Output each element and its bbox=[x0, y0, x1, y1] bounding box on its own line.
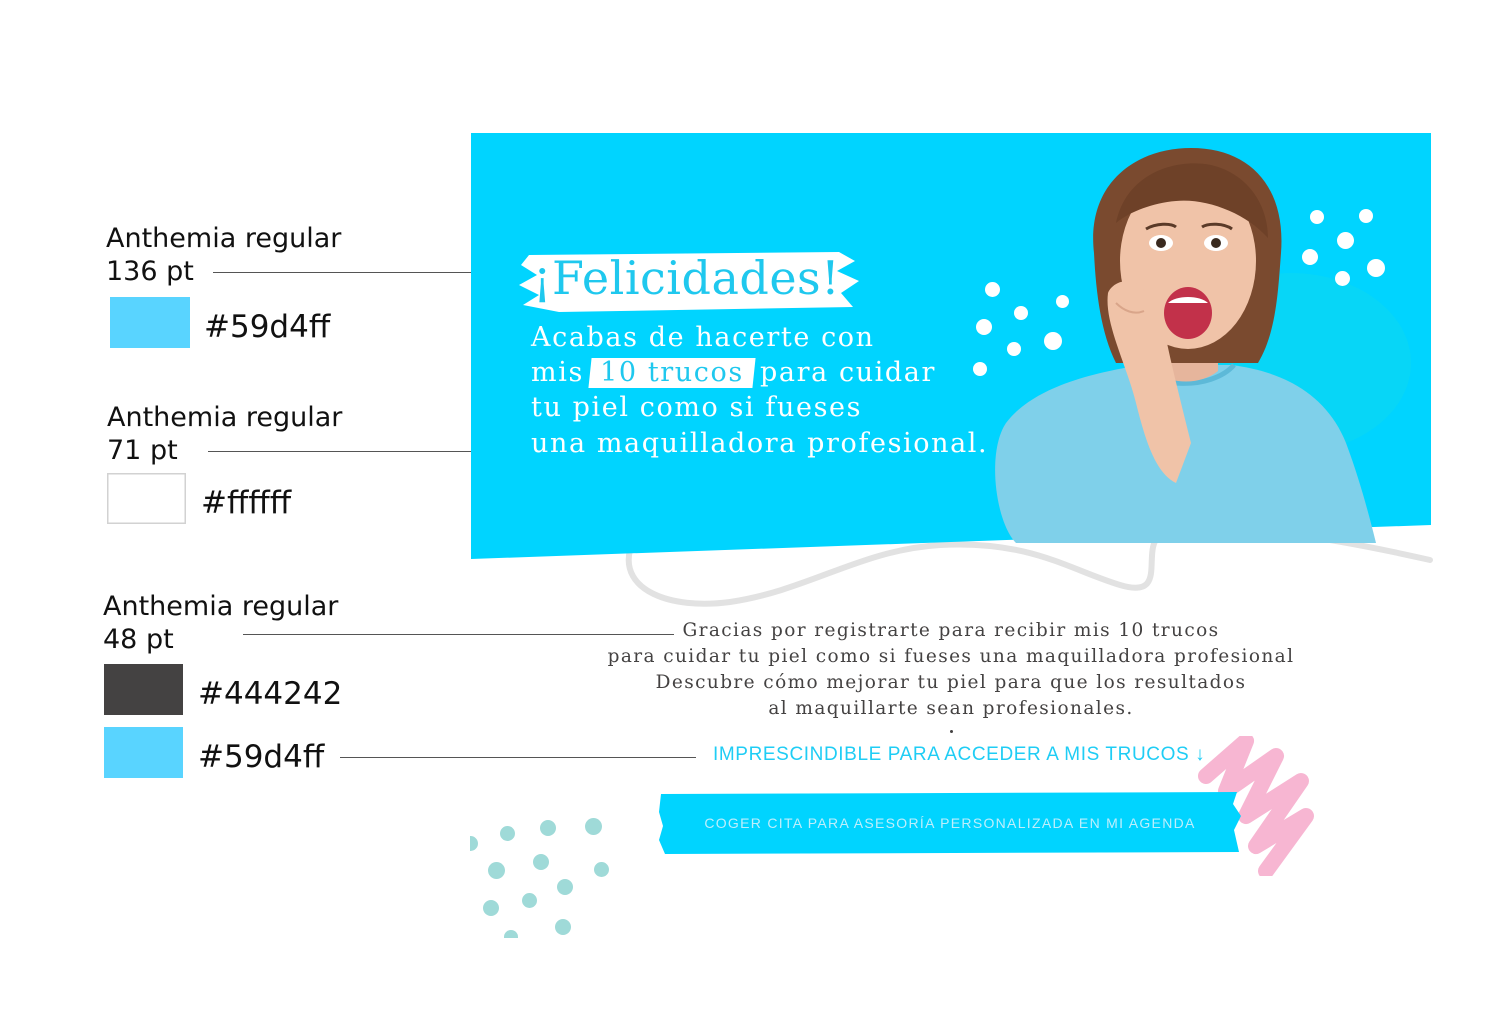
subtitle-text: mis bbox=[531, 357, 584, 388]
teal-dot-decoration bbox=[500, 826, 515, 841]
body-line: Descubre cómo mejorar tu piel para que l… bbox=[655, 672, 1247, 693]
spec-font-label-title: Anthemia regular 136 pt bbox=[106, 223, 342, 287]
subtitle-highlight: 10 trucos bbox=[588, 356, 756, 390]
teal-dot-decoration bbox=[557, 879, 573, 895]
cta-note: IMPRESCINDIBLE PARA ACCEDER A MIS TRUCOS… bbox=[713, 744, 1206, 765]
teal-dot-decoration bbox=[594, 862, 609, 877]
hex-white-subtitle: #ffffff bbox=[201, 485, 292, 521]
teal-dot-decoration bbox=[483, 900, 499, 916]
swatch-dark-body bbox=[104, 664, 183, 715]
hero-banner: ¡Felicidades! Acabas de hacerte con mis … bbox=[471, 133, 1431, 559]
banner-subtitle-line-3: tu piel como si fueses bbox=[531, 392, 863, 423]
hex-dark-body: #444242 bbox=[198, 676, 343, 712]
title-brush-block: ¡Felicidades! bbox=[519, 249, 859, 315]
swatch-cyan-cta bbox=[104, 727, 183, 778]
teal-dot-decoration bbox=[555, 919, 571, 935]
leader-line-subtitle bbox=[208, 451, 516, 452]
spec-font-label-body: Anthemia regular 48 pt bbox=[103, 591, 339, 655]
banner-subtitle-line-4: una maquilladora profesional. bbox=[531, 428, 989, 459]
body-copy: Gracias por registrarte para recibir mis… bbox=[600, 618, 1302, 722]
book-appointment-button[interactable]: COGER CITA PARA ASESORÍA PERSONALIZADA E… bbox=[659, 790, 1241, 854]
hex-cyan-cta: #59d4ff bbox=[198, 739, 325, 775]
banner-subtitle-line-2: mis 10 trucos para cuidar bbox=[531, 356, 936, 390]
separator-dot bbox=[950, 730, 953, 733]
swatch-white-subtitle bbox=[107, 473, 186, 524]
body-line: al maquillarte sean profesionales. bbox=[768, 698, 1134, 719]
teal-dot-decoration bbox=[540, 820, 556, 836]
subtitle-text: para cuidar bbox=[760, 357, 937, 388]
leader-line-cta bbox=[340, 757, 696, 758]
banner-title: ¡Felicidades! bbox=[533, 251, 841, 305]
teal-dot-decoration bbox=[470, 836, 478, 851]
teal-dot-decoration bbox=[533, 854, 549, 870]
swatch-cyan-title bbox=[110, 297, 190, 348]
hex-cyan-title: #59d4ff bbox=[204, 309, 331, 345]
teal-dot-decoration bbox=[585, 818, 602, 835]
book-appointment-label: COGER CITA PARA ASESORÍA PERSONALIZADA E… bbox=[704, 815, 1196, 831]
spec-font-label-subtitle: Anthemia regular 71 pt bbox=[107, 402, 343, 466]
banner-subtitle-line-1: Acabas de hacerte con bbox=[531, 322, 875, 353]
body-line: para cuidar tu piel como si fueses una m… bbox=[607, 646, 1295, 667]
teal-dot-decoration bbox=[504, 930, 518, 938]
teal-dot-decoration bbox=[522, 893, 537, 908]
body-line: Gracias por registrarte para recibir mis… bbox=[682, 620, 1220, 641]
teal-dot-decoration bbox=[488, 862, 505, 879]
excited-woman-photo bbox=[995, 148, 1376, 543]
